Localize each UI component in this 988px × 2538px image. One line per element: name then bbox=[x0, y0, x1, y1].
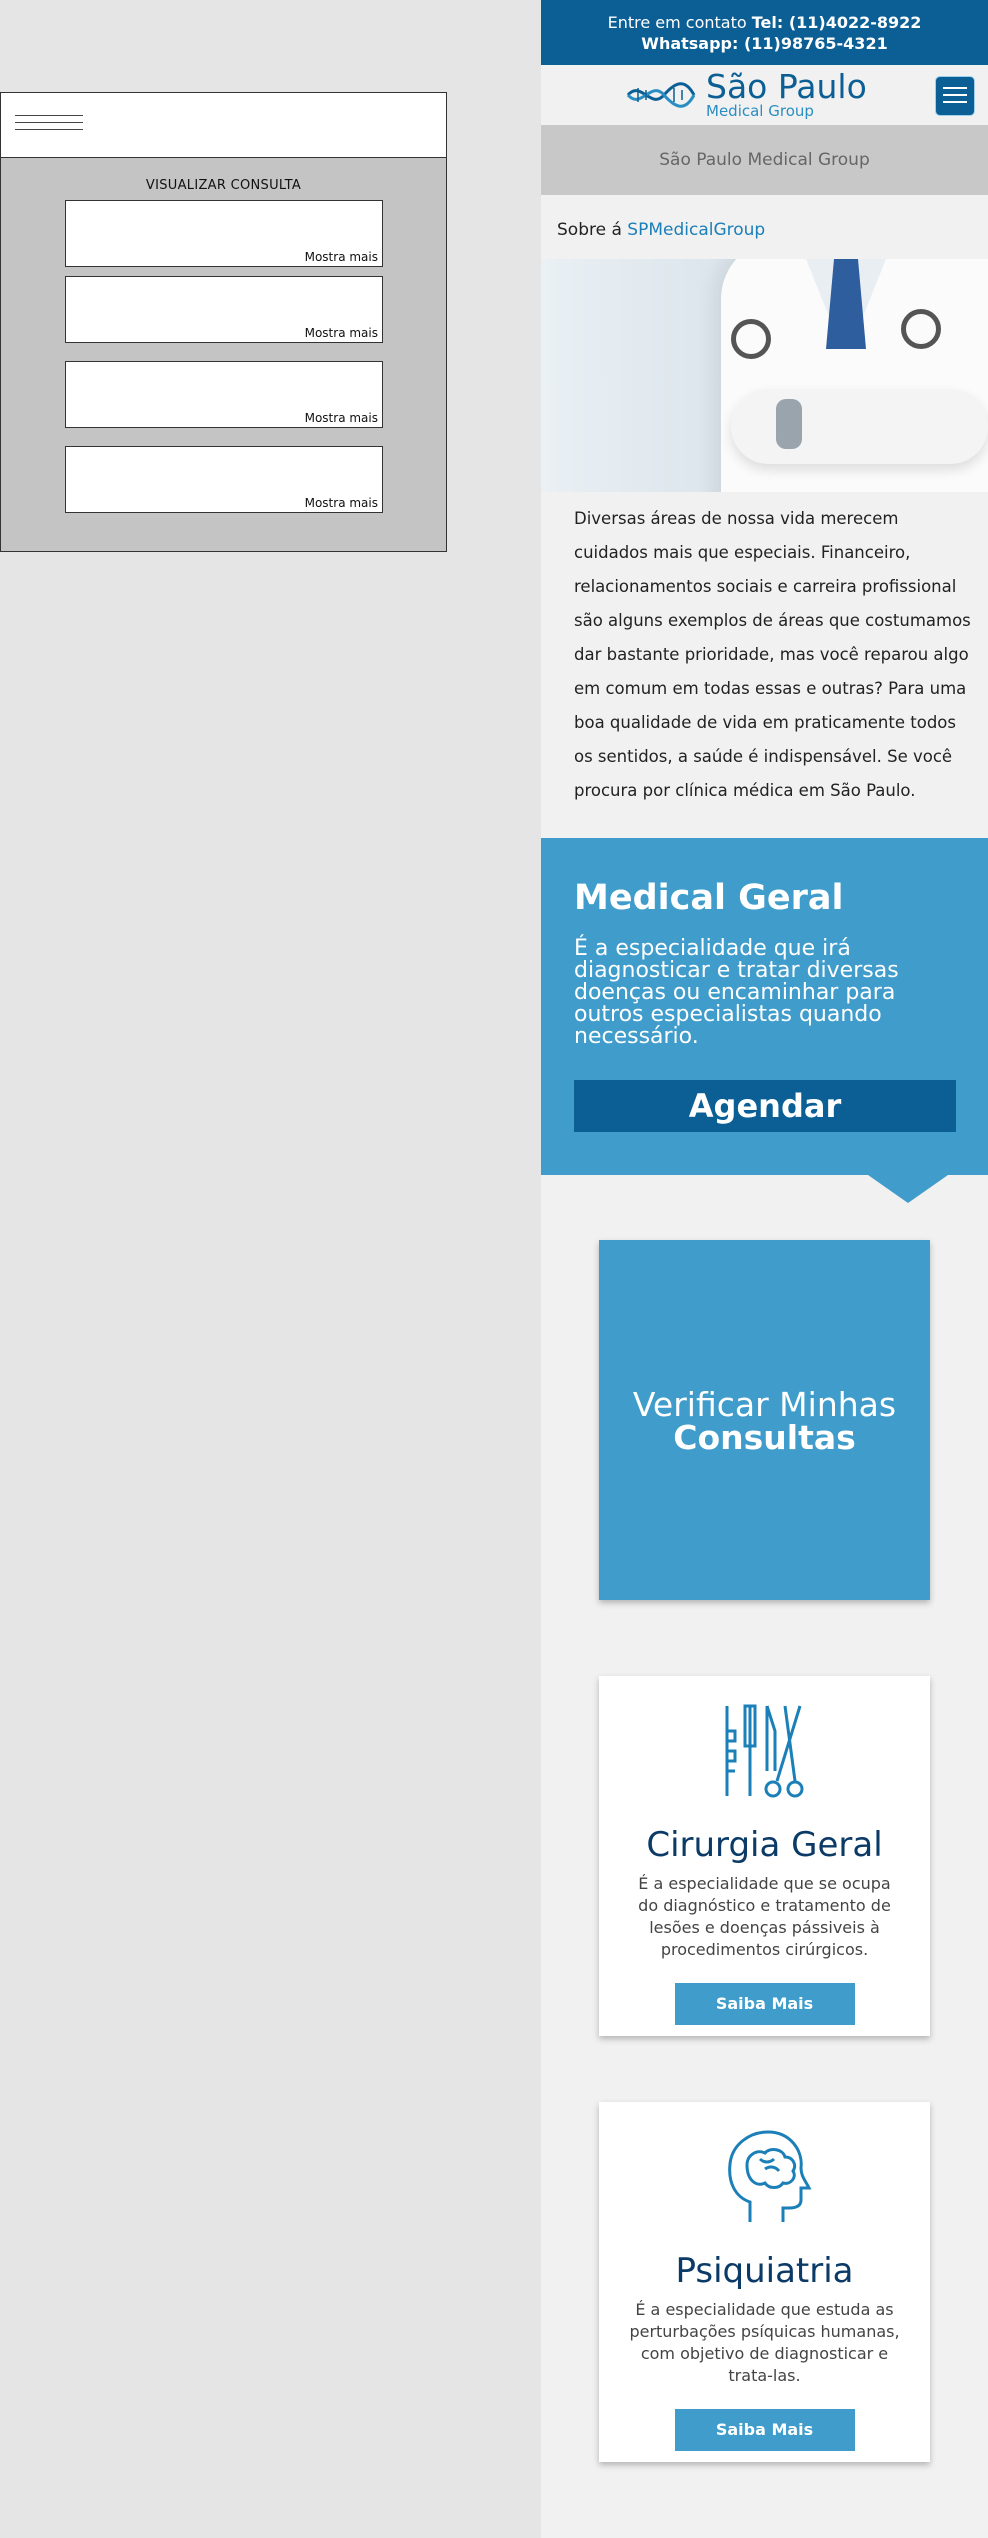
show-more-link[interactable]: Mostra mais bbox=[305, 411, 378, 425]
service-description: É a especialidade que estuda as perturba… bbox=[629, 2300, 900, 2385]
brand-bar: São Paulo Medical Group bbox=[541, 65, 988, 125]
saiba-mais-button[interactable]: Saiba Mais bbox=[674, 2409, 855, 2451]
service-title: Psiquiatria bbox=[675, 2251, 854, 2291]
doctor-photo bbox=[541, 259, 988, 492]
wireframe-title: VISUALIZAR CONSULTA bbox=[145, 178, 302, 193]
menu-button[interactable] bbox=[935, 76, 975, 116]
section-arrow bbox=[868, 1175, 948, 1203]
wireframe-header bbox=[1, 93, 446, 158]
service-description: É a especialidade que se ocupa do diagnó… bbox=[638, 1874, 891, 1959]
verify-line2: Consultas bbox=[673, 1418, 856, 1457]
service-card-cirurgia: Cirurgia Geral É a especialidade que se … bbox=[599, 1676, 930, 2036]
service-card-psiquiatria: Psiquiatria É a especialidade que estuda… bbox=[599, 2102, 930, 2462]
agendar-button[interactable]: Agendar bbox=[574, 1080, 956, 1132]
medical-description: É a especialidade que irá diagnosticar e… bbox=[574, 936, 899, 1049]
brain-head-icon bbox=[727, 2130, 811, 2222]
consulta-card[interactable]: Mostra mais bbox=[65, 446, 383, 513]
wireframe-panel: VISUALIZAR CONSULTA Mostra mais Mostra m… bbox=[0, 92, 447, 552]
show-more-link[interactable]: Mostra mais bbox=[305, 496, 378, 510]
about-link[interactable]: SPMedicalGroup bbox=[627, 220, 765, 240]
verify-consultations-button[interactable]: Verificar Minhas Consultas bbox=[599, 1240, 930, 1600]
mobile-page: Entre em contato Tel: (11)4022-8922 What… bbox=[541, 0, 988, 2538]
surgical-tools-icon bbox=[725, 1704, 803, 1798]
show-more-link[interactable]: Mostra mais bbox=[305, 326, 378, 340]
saiba-mais-button[interactable]: Saiba Mais bbox=[674, 1983, 855, 2025]
medical-geral-section: Medical Geral É a especialidade que irá … bbox=[541, 838, 988, 1203]
about-prefix: Sobre á bbox=[557, 220, 628, 240]
contact-label: Entre em contato bbox=[607, 13, 752, 32]
brand-name: São Paulo bbox=[706, 67, 867, 106]
phone-number[interactable]: Tel: (11)4022-8922 bbox=[752, 13, 922, 32]
consulta-card[interactable]: Mostra mais bbox=[65, 276, 383, 343]
logo[interactable]: São Paulo Medical Group bbox=[626, 67, 867, 119]
hamburger-icon[interactable] bbox=[15, 115, 83, 136]
verify-line1: Verificar Minhas bbox=[632, 1385, 897, 1424]
show-more-link[interactable]: Mostra mais bbox=[305, 250, 378, 264]
contact-bar: Entre em contato Tel: (11)4022-8922 What… bbox=[541, 0, 988, 65]
whatsapp-number[interactable]: Whatsapp: (11)98765-4321 bbox=[641, 34, 887, 53]
intro-text: Diversas áreas de nossa vida merecem cui… bbox=[574, 509, 971, 800]
consulta-card[interactable]: Mostra mais bbox=[65, 361, 383, 428]
medical-title: Medical Geral bbox=[574, 878, 844, 918]
site-title-bar: São Paulo Medical Group bbox=[541, 125, 988, 195]
consulta-card[interactable]: Mostra mais bbox=[65, 200, 383, 267]
dna-icon bbox=[626, 82, 696, 108]
about-heading: Sobre á SPMedicalGroup bbox=[541, 195, 988, 259]
service-title: Cirurgia Geral bbox=[646, 1825, 883, 1865]
